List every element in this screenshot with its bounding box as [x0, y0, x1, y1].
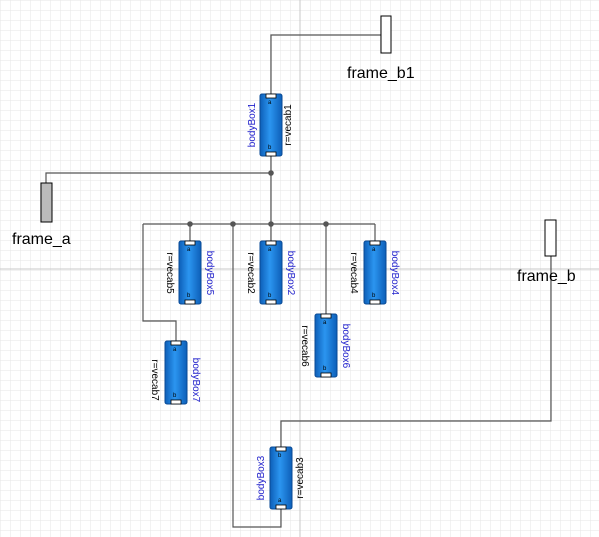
bodybox5-param: r=vecab5: [164, 252, 175, 294]
frame-b1-connector[interactable]: [380, 15, 392, 54]
bodybox4-name: bodyBox4: [389, 251, 400, 296]
bodybox7-port-b[interactable]: [170, 399, 182, 405]
bodybox6-port-a[interactable]: [320, 313, 332, 319]
bodybox2-port-b[interactable]: [265, 299, 277, 305]
bodybox7-name: bodyBox7: [190, 358, 201, 403]
bodybox1-param: r=vecab1: [283, 104, 294, 146]
diagram-svg: frame_b1 frame_a frame_b a b bodyBox1 r=…: [0, 0, 599, 537]
frame-a-label: frame_a: [12, 231, 71, 248]
junction-dot: [323, 221, 329, 227]
bodybox7-param: r=vecab7: [149, 359, 160, 401]
junction-dot: [268, 170, 274, 176]
diagram-canvas: frame_b1 frame_a frame_b a b bodyBox1 r=…: [0, 0, 599, 537]
bodybox1-name: bodyBox1: [247, 102, 258, 147]
frame-a-connector[interactable]: [40, 182, 53, 223]
bodybox2-param: r=vecab2: [245, 252, 256, 294]
bodybox6-param: r=vecab6: [299, 325, 310, 367]
bodybox6-name: bodyBox6: [340, 324, 351, 369]
bodybox5-port-a[interactable]: [184, 240, 196, 246]
bodybox2-name: bodyBox2: [285, 251, 296, 296]
frame-b-label: frame_b: [517, 268, 576, 285]
frame-b-connector[interactable]: [544, 219, 557, 257]
bodybox3-port-a[interactable]: [275, 504, 287, 510]
junction-dot: [268, 221, 274, 227]
bodybox5-port-b[interactable]: [184, 299, 196, 305]
junction-dot: [187, 221, 193, 227]
junction-dot: [230, 221, 236, 227]
bodybox4-port-b[interactable]: [369, 299, 381, 305]
bodybox5-name: bodyBox5: [204, 251, 215, 296]
frame-b1-label: frame_b1: [347, 65, 415, 82]
bodybox1-port-b[interactable]: [265, 151, 277, 157]
bodybox1-port-a[interactable]: [265, 93, 277, 99]
bodybox3-port-b[interactable]: [275, 446, 287, 452]
bodybox4-port-a[interactable]: [369, 240, 381, 246]
bodybox3-param: r=vecab3: [295, 457, 306, 499]
bodybox2-port-a[interactable]: [265, 240, 277, 246]
bodybox7-port-a[interactable]: [170, 340, 182, 346]
bodybox4-param: r=vecab4: [348, 252, 359, 294]
bodybox6-port-b[interactable]: [320, 372, 332, 378]
bodybox3-name: bodyBox3: [256, 455, 267, 500]
